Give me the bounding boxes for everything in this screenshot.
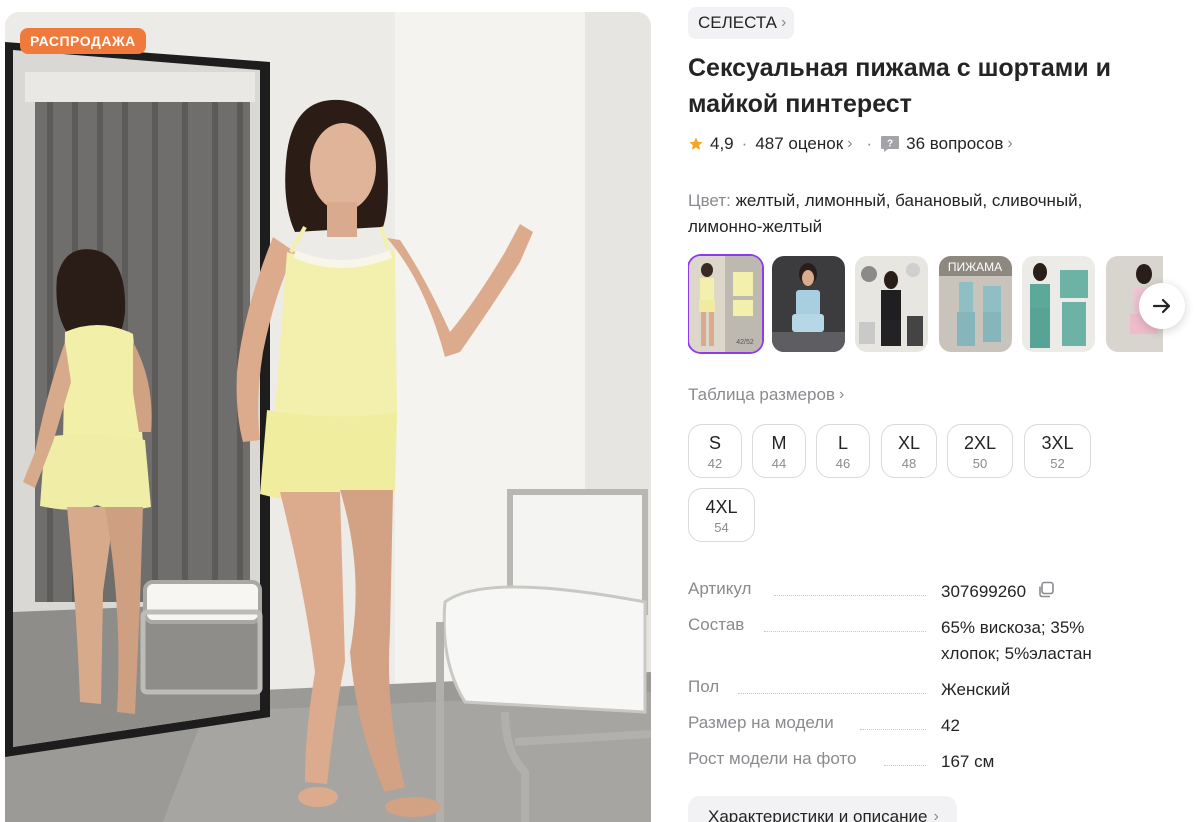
size-letter: M <box>771 433 787 453</box>
dotted-leader <box>884 765 926 766</box>
arrow-right-icon <box>1152 298 1171 314</box>
size-letter: 4XL <box>705 497 738 517</box>
chevron-right-icon: › <box>1007 135 1013 152</box>
spec-value: 307699260 <box>941 579 1141 605</box>
color-thumbnail[interactable]: 42/52 <box>689 256 762 352</box>
spec-key: Пол <box>688 677 726 697</box>
sale-badge: РАСПРОДАЖА <box>20 28 146 54</box>
spec-row-composition: Состав 65% вискоза; 35% хлопок; 5%эласта… <box>688 615 1158 667</box>
spec-value: Женский <box>941 680 1011 699</box>
rating-row: 4,9 · 487 оценок › · ? 36 вопросов › <box>688 132 1013 156</box>
chevron-right-icon: › <box>847 135 853 152</box>
thumbnail-image <box>772 256 845 352</box>
size-letter: L <box>837 433 848 453</box>
color-thumbnail[interactable]: ПИЖАМА <box>939 256 1012 352</box>
characteristics-button[interactable]: Характеристики и описание › <box>688 796 957 822</box>
color-line: Цвет: желтый, лимонный, банановый, сливо… <box>688 188 1128 240</box>
characteristics-label: Характеристики и описание <box>708 807 928 822</box>
size-number: 54 <box>714 520 729 535</box>
spec-key: Состав <box>688 615 751 635</box>
questions-count: 36 вопросов <box>906 134 1004 153</box>
size-table-link[interactable]: Таблица размеров › <box>688 385 844 405</box>
size-number: 42 <box>707 456 723 471</box>
size-letter: S <box>708 433 721 453</box>
size-table-label: Таблица размеров <box>688 385 835 404</box>
separator-dot: · <box>741 134 748 153</box>
color-label: Цвет: <box>688 191 731 210</box>
thumbnail-image <box>1022 256 1095 352</box>
color-thumbnails: 42/52 ПИЖАМА <box>688 254 1163 354</box>
product-info: СЕЛЕСТА › Сексуальная пижама с шортами и… <box>688 0 1200 822</box>
spec-key: Артикул <box>688 579 758 599</box>
size-option-2xl[interactable]: 2XL 50 <box>947 424 1013 478</box>
brand-link[interactable]: СЕЛЕСТА › <box>688 7 795 39</box>
size-number: 48 <box>901 456 917 471</box>
spec-row-gender: Пол Женский <box>688 677 1158 703</box>
color-thumbnail[interactable] <box>855 256 928 352</box>
size-option-3xl[interactable]: 3XL 52 <box>1024 424 1091 478</box>
separator-dot: · <box>866 134 873 153</box>
dotted-leader <box>860 729 926 730</box>
dotted-leader <box>774 595 926 596</box>
reviews-count: 487 оценок <box>755 134 844 153</box>
size-number: 46 <box>835 456 851 471</box>
copy-icon[interactable] <box>1037 581 1055 599</box>
dotted-leader <box>738 693 926 694</box>
product-photo-image <box>5 12 651 822</box>
color-value: желтый, лимонный, банановый, сливочный, … <box>688 191 1083 236</box>
dotted-leader <box>764 631 926 632</box>
size-letter: 3XL <box>1041 433 1074 453</box>
spec-key: Размер на модели <box>688 713 840 733</box>
spec-value: 167 см <box>941 752 995 771</box>
reviews-link[interactable]: 487 оценок › <box>755 134 852 154</box>
size-option-m[interactable]: M 44 <box>752 424 806 478</box>
questions-link[interactable]: ? 36 вопросов › <box>880 134 1013 154</box>
svg-text:?: ? <box>887 139 893 150</box>
spec-row-model-size: Размер на модели 42 <box>688 713 1158 739</box>
color-thumbnail[interactable] <box>772 256 845 352</box>
spec-row-model-height: Рост модели на фото 167 см <box>688 749 1158 775</box>
brand-name: СЕЛЕСТА <box>698 13 777 32</box>
size-letter: 2XL <box>963 433 997 453</box>
spec-value: 65% вискоза; 35% хлопок; 5%эластан <box>941 618 1092 663</box>
color-thumbnail[interactable] <box>1022 256 1095 352</box>
spec-value: 42 <box>941 716 960 735</box>
thumbnail-image: ПИЖАМА <box>939 256 1012 352</box>
size-number: 44 <box>771 456 787 471</box>
article-number: 307699260 <box>941 582 1027 601</box>
size-number: 50 <box>972 456 988 471</box>
star-icon <box>689 137 703 150</box>
thumbnail-image: 42/52 <box>689 256 762 352</box>
chevron-right-icon: › <box>933 808 939 822</box>
size-letter: XL <box>897 433 921 453</box>
size-option-4xl[interactable]: 4XL 54 <box>688 488 755 542</box>
spec-key: Рост модели на фото <box>688 749 863 769</box>
size-option-xl[interactable]: XL 48 <box>881 424 937 478</box>
size-option-l[interactable]: L 46 <box>816 424 870 478</box>
thumbnail-text: ПИЖАМА <box>948 260 1002 274</box>
rating-score: 4,9 <box>710 134 734 153</box>
product-title: Сексуальная пижама с шортами и майкой пи… <box>688 54 1111 118</box>
chevron-right-icon: › <box>838 386 845 403</box>
chevron-right-icon: › <box>780 14 787 31</box>
question-bubble-icon: ? <box>881 136 900 152</box>
product-photo[interactable]: РАСПРОДАЖА <box>5 12 651 822</box>
next-thumbnails-button[interactable] <box>1139 283 1185 329</box>
thumbnail-size-text: 42/52 <box>736 339 754 346</box>
size-option-s[interactable]: S 42 <box>688 424 742 478</box>
spec-row-article: Артикул 307699260 <box>688 579 1158 605</box>
size-number: 52 <box>1050 456 1065 471</box>
thumbnail-image <box>855 256 928 352</box>
